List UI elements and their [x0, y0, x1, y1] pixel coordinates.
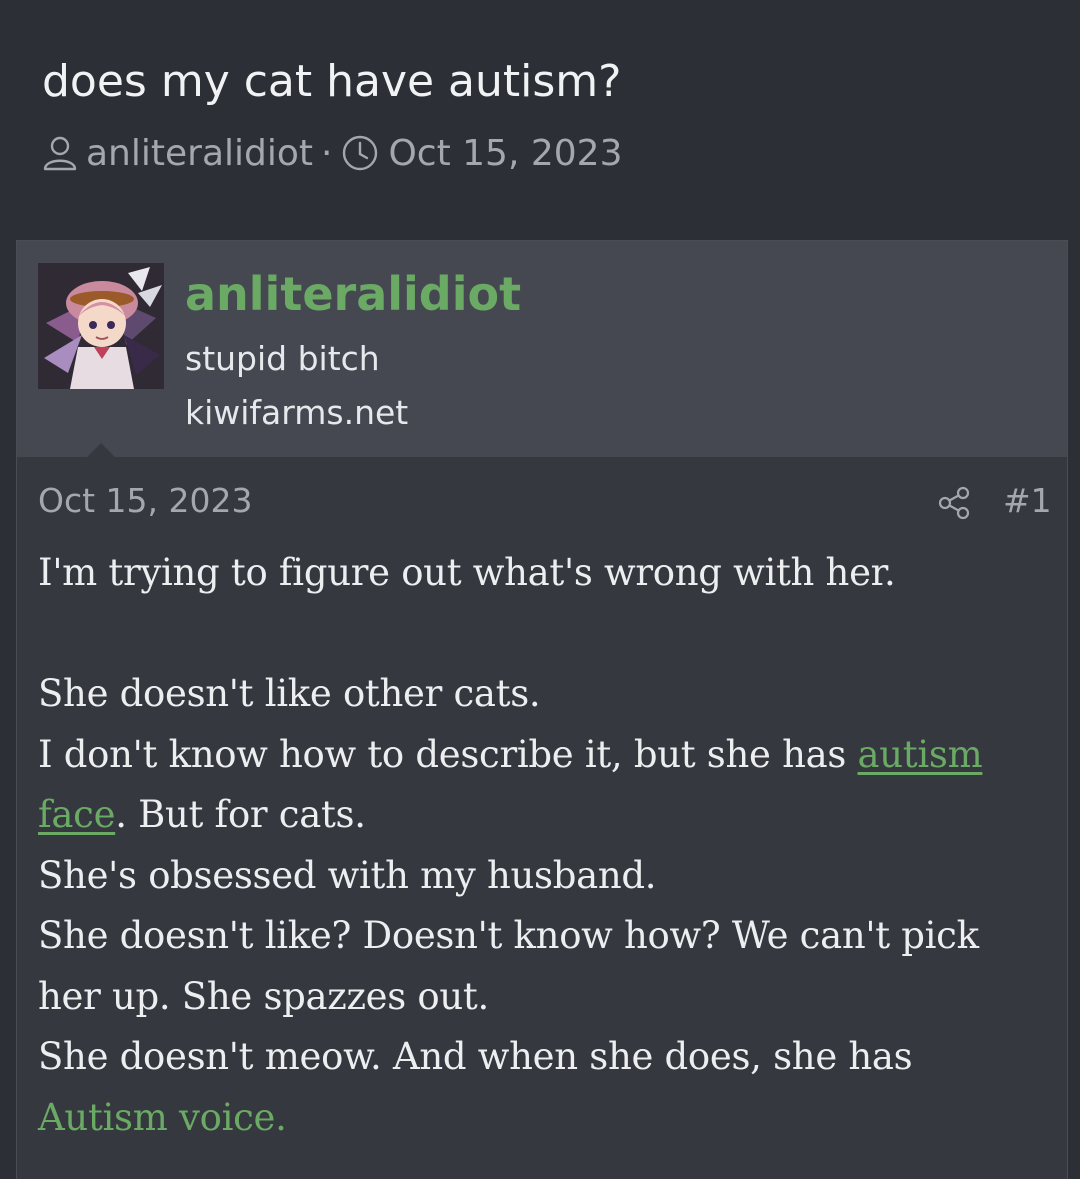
post-user-block: anliteralidiot stupid bitch kiwifarms.ne… — [17, 241, 1067, 457]
user-icon — [40, 133, 80, 173]
post-username-link[interactable]: anliteralidiot — [185, 267, 521, 321]
post-text: She doesn't meow. And when she does, she… — [38, 1035, 913, 1078]
post: anliteralidiot stupid bitch kiwifarms.ne… — [16, 240, 1068, 1179]
thread-meta: anliteralidiot · Oct 15, 2023 — [40, 128, 622, 178]
user-title: stupid bitch — [185, 339, 380, 378]
clock-icon — [340, 133, 380, 173]
post-line-with-green-text: She doesn't meow. And when she does, she… — [38, 1027, 1050, 1148]
link-text: face — [38, 793, 116, 836]
post-line: I'm trying to figure out what's wrong wi… — [38, 551, 896, 594]
thread-title: does my cat have autism? — [42, 56, 622, 107]
thread-date-link[interactable]: Oct 15, 2023 — [388, 133, 622, 174]
thread-header: does my cat have autism? anliteralidiot … — [0, 0, 1080, 240]
meta-separator: · — [321, 132, 333, 174]
green-colored-text: Autism voice. — [38, 1095, 287, 1139]
post-date-link[interactable]: Oct 15, 2023 — [38, 481, 253, 520]
user-site: kiwifarms.net — [185, 393, 409, 432]
link-text: autism — [857, 732, 983, 776]
post-number-link[interactable]: #1 — [1003, 481, 1052, 520]
avatar[interactable] — [38, 263, 164, 389]
post-line: She's obsessed with my husband. — [38, 853, 657, 897]
post-line: She doesn't like other cats. — [38, 672, 541, 715]
post-line-with-link: I don't know how to describe it, but she… — [38, 725, 1050, 846]
user-block-arrow — [87, 443, 115, 457]
thread-author-link[interactable]: anliteralidiot — [86, 133, 313, 174]
post-text: . But for cats. — [115, 793, 366, 836]
post-line: She doesn't like? Doesn't know how? We c… — [38, 914, 979, 1018]
post-text: I don't know how to describe it, but she… — [38, 732, 858, 776]
post-body: I'm trying to figure out what's wrong wi… — [38, 543, 1050, 1148]
share-icon[interactable] — [937, 485, 973, 521]
